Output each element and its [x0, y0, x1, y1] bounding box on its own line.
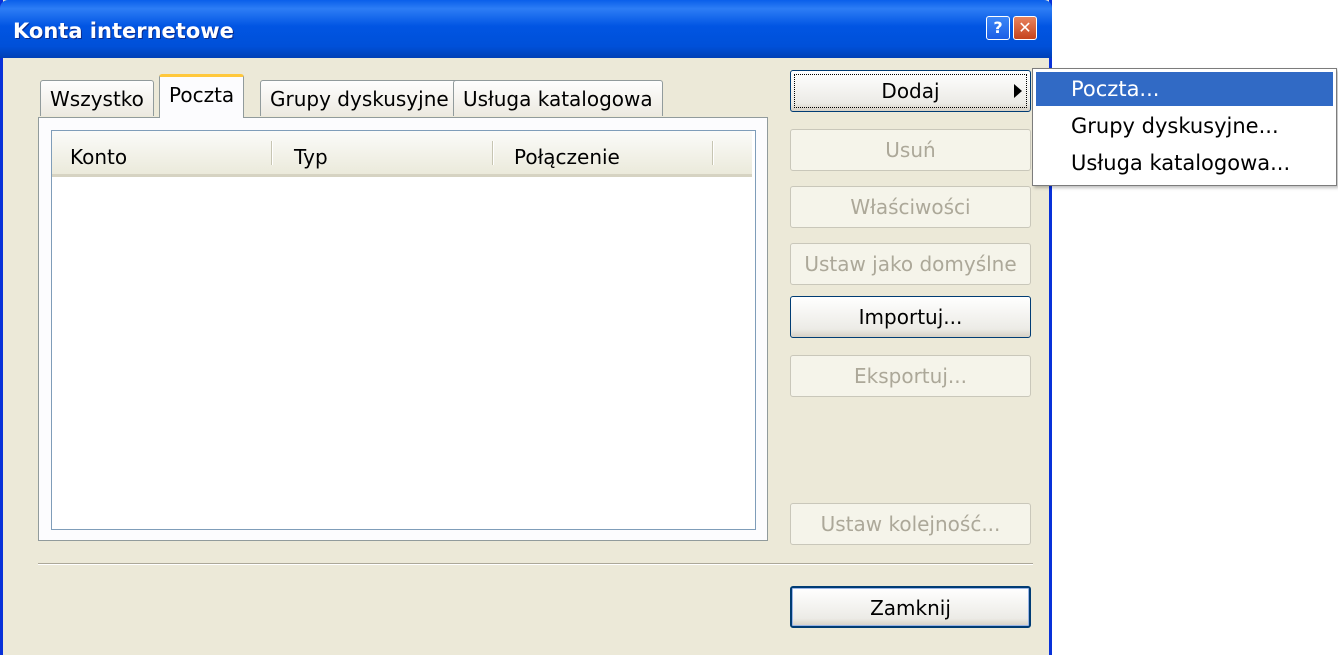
set-default-button[interactable]: Ustaw jako domyślne — [790, 243, 1031, 285]
accounts-list[interactable]: Konto Typ Połączenie — [51, 130, 756, 530]
remove-button[interactable]: Usuń — [790, 129, 1031, 171]
tab-mail[interactable]: Poczta — [159, 74, 245, 118]
add-submenu: Poczta... Grupy dyskusyjne... Usługa kat… — [1032, 68, 1337, 186]
list-header: Konto Typ Połączenie — [52, 131, 752, 177]
close-icon[interactable]: ✕ — [1013, 16, 1037, 40]
column-separator[interactable] — [271, 141, 272, 165]
submenu-arrow-icon — [1014, 84, 1022, 98]
column-separator[interactable] — [492, 141, 493, 165]
add-button[interactable]: Dodaj — [790, 70, 1031, 112]
window-title: Konta internetowe — [13, 19, 234, 43]
tab-directory-service[interactable]: Usługa katalogowa — [453, 80, 663, 116]
properties-button[interactable]: Właściwości — [790, 186, 1031, 228]
column-separator[interactable] — [712, 141, 713, 165]
add-button-label: Dodaj — [881, 79, 940, 103]
menu-item-mail[interactable]: Poczta... — [1036, 72, 1333, 106]
menu-item-newsgroups[interactable]: Grupy dyskusyjne... — [1036, 109, 1333, 143]
tab-all[interactable]: Wszystko — [40, 80, 154, 116]
column-header-connection[interactable]: Połączenie — [514, 145, 620, 169]
help-icon[interactable]: ? — [986, 16, 1010, 40]
export-button[interactable]: Eksportuj... — [790, 355, 1031, 397]
column-header-account[interactable]: Konto — [70, 145, 127, 169]
tab-newsgroups[interactable]: Grupy dyskusyjne — [260, 80, 459, 116]
title-bar[interactable]: Konta internetowe ? ✕ — [0, 0, 1052, 58]
accounts-dialog: Konta internetowe ? ✕ Wszystko Poczta Gr… — [0, 0, 1052, 655]
separator-line — [38, 563, 1033, 564]
menu-item-directory-service[interactable]: Usługa katalogowa... — [1036, 146, 1333, 180]
import-button[interactable]: Importuj... — [790, 296, 1031, 338]
set-order-button[interactable]: Ustaw kolejność... — [790, 503, 1031, 545]
column-header-type[interactable]: Typ — [294, 145, 328, 169]
close-button[interactable]: Zamknij — [790, 586, 1031, 628]
